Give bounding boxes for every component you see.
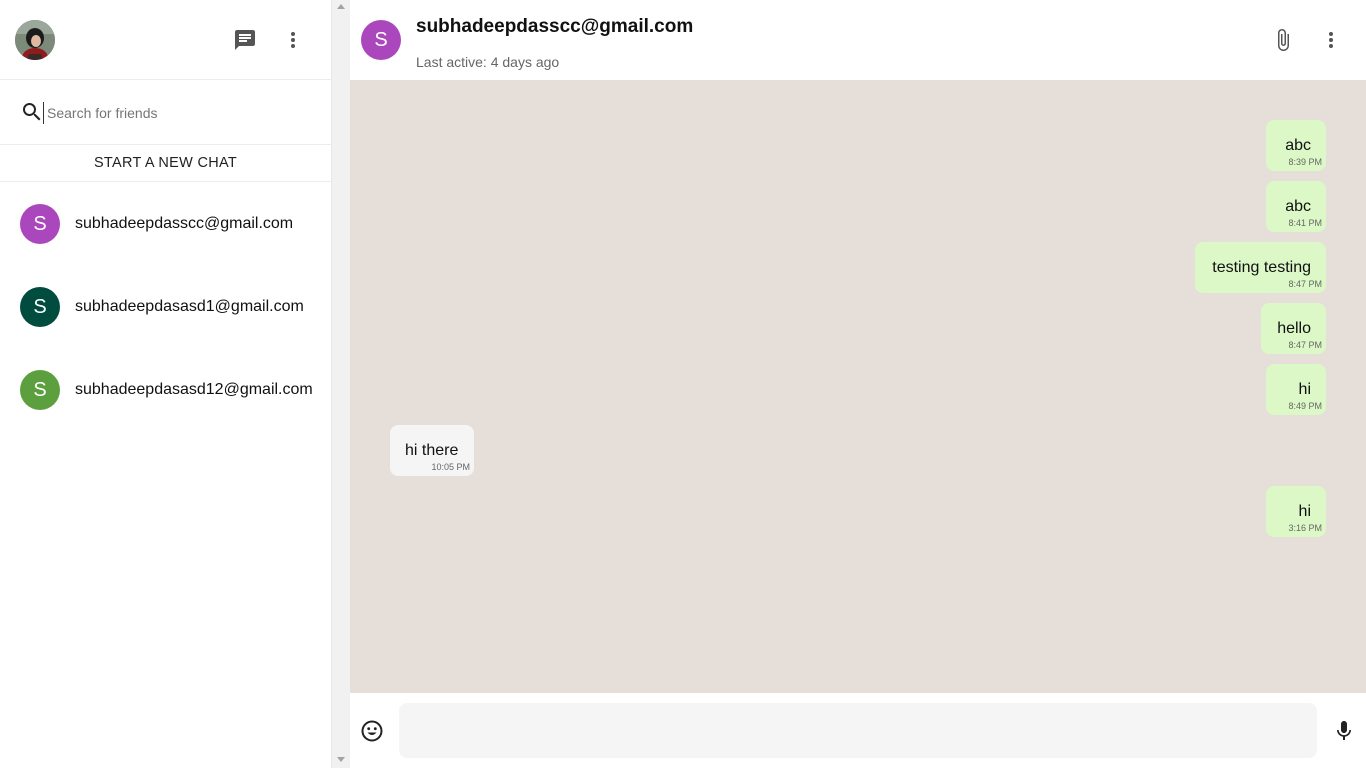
message-time: 10:05 PM xyxy=(431,462,470,472)
message-time: 8:49 PM xyxy=(1288,401,1322,411)
message-bubble-sent: hi 8:49 PM xyxy=(1266,364,1326,415)
contact-avatar: S xyxy=(20,204,60,244)
message-text: hi there xyxy=(405,442,459,459)
start-new-chat-button[interactable]: START A NEW CHAT xyxy=(0,145,331,182)
sidebar-menu-button[interactable] xyxy=(279,26,307,54)
contact-item[interactable]: S subhadeepdasscc@gmail.com xyxy=(0,182,331,265)
new-chat-button[interactable] xyxy=(231,26,259,54)
scroll-up-arrow-icon[interactable] xyxy=(337,4,345,9)
message-text: testing testing xyxy=(1212,259,1311,276)
search-icon xyxy=(23,103,41,121)
message-bubble-sent: testing testing 8:47 PM xyxy=(1195,242,1326,293)
sidebar-scrollbar[interactable] xyxy=(332,0,350,768)
contact-item[interactable]: S subhadeepdasasd12@gmail.com xyxy=(0,348,331,431)
mic-icon[interactable] xyxy=(1332,719,1356,743)
message-bubble-sent: hello 8:47 PM xyxy=(1261,303,1326,354)
contact-name: subhadeepdasscc@gmail.com xyxy=(75,215,294,232)
message-bubble-sent: abc 8:39 PM xyxy=(1266,120,1326,171)
contact-name: subhadeepdasasd1@gmail.com xyxy=(75,298,304,315)
contact-name: subhadeepdasasd12@gmail.com xyxy=(75,381,313,398)
message-bubble-sent: abc 8:41 PM xyxy=(1266,181,1326,232)
message-text: abc xyxy=(1285,137,1311,154)
emoji-icon[interactable] xyxy=(360,719,384,743)
chat-title: subhadeepdasscc@gmail.com xyxy=(416,16,694,37)
last-active-status: Last active: 4 days ago xyxy=(416,54,560,70)
sidebar-header xyxy=(0,0,331,80)
sidebar: START A NEW CHAT S subhadeepdasscc@gmail… xyxy=(0,0,332,768)
contact-item[interactable]: S subhadeepdasasd1@gmail.com xyxy=(0,265,331,348)
more-vert-icon xyxy=(291,32,295,48)
message-time: 3:16 PM xyxy=(1288,523,1322,533)
contact-avatar: S xyxy=(20,287,60,327)
chat-panel: S subhadeepdasscc@gmail.com Last active:… xyxy=(350,0,1366,768)
message-area[interactable]: abc 8:39 PM abc 8:41 PM testing testing … xyxy=(350,80,1366,693)
search-input[interactable] xyxy=(43,102,313,124)
contact-avatar: S xyxy=(20,370,60,410)
message-input[interactable] xyxy=(399,703,1317,758)
message-text: hello xyxy=(1277,320,1311,337)
message-text: hi xyxy=(1298,381,1311,398)
message-time: 8:41 PM xyxy=(1288,218,1322,228)
contact-list: S subhadeepdasscc@gmail.com S subhadeepd… xyxy=(0,182,331,431)
search-bar xyxy=(0,80,331,145)
chat-header: S subhadeepdasscc@gmail.com Last active:… xyxy=(350,0,1366,80)
message-icon xyxy=(235,30,255,50)
message-text: abc xyxy=(1285,198,1311,215)
message-bubble-received: hi there 10:05 PM xyxy=(390,425,474,476)
message-time: 8:47 PM xyxy=(1288,279,1322,289)
scroll-down-arrow-icon[interactable] xyxy=(337,757,345,762)
attach-file-icon xyxy=(1278,29,1289,51)
message-text: hi xyxy=(1298,503,1311,520)
user-avatar[interactable] xyxy=(15,20,55,60)
more-vert-icon xyxy=(1329,32,1333,48)
message-bubble-sent: hi 3:16 PM xyxy=(1266,486,1326,537)
message-time: 8:39 PM xyxy=(1288,157,1322,167)
chat-avatar[interactable]: S xyxy=(361,20,401,60)
message-time: 8:47 PM xyxy=(1288,340,1322,350)
chat-menu-button[interactable] xyxy=(1317,26,1345,54)
attach-button[interactable] xyxy=(1269,26,1297,54)
message-composer xyxy=(350,693,1366,768)
